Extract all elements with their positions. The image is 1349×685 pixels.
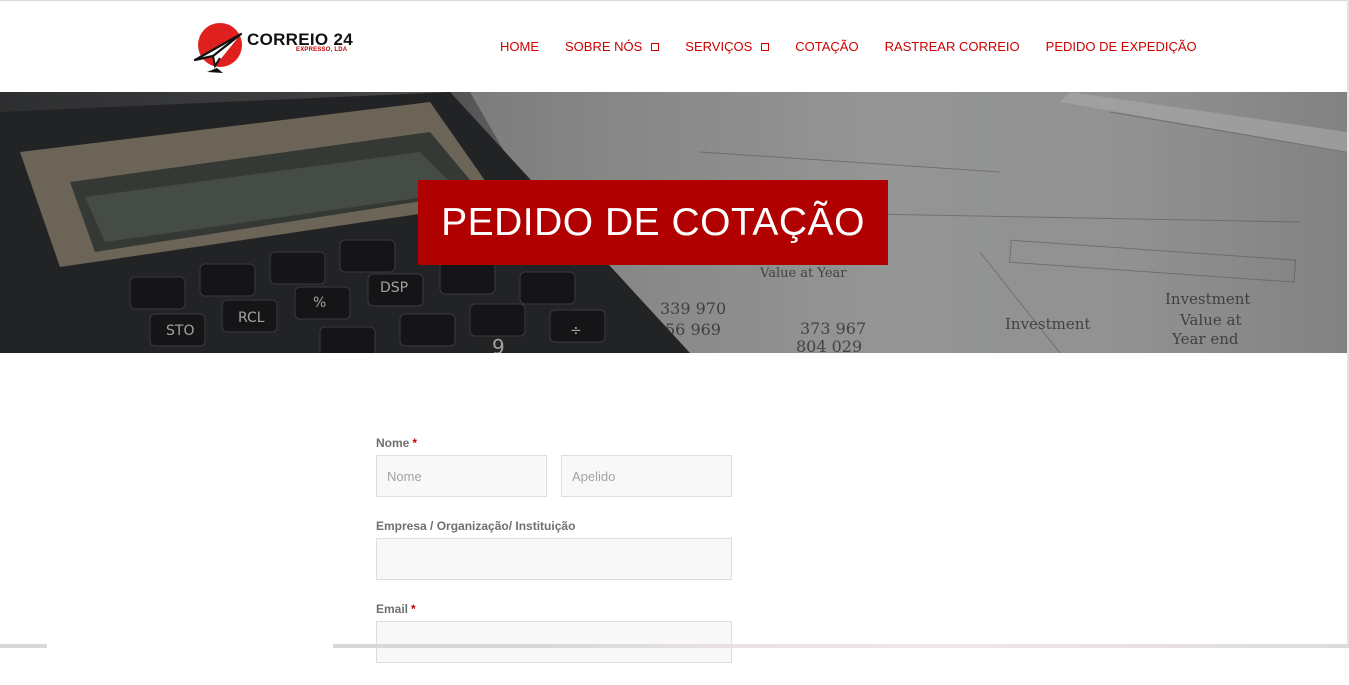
required-asterisk: *	[412, 436, 418, 450]
nav-rastrear-correio[interactable]: RASTREAR CORREIO	[885, 37, 1020, 55]
nav-rastrear-correio-label: RASTREAR CORREIO	[884, 38, 1020, 54]
name-field-group: Nome *	[376, 436, 732, 497]
nav-servicos[interactable]: SERVIÇOS	[685, 37, 770, 55]
company-label-text: Empresa / Organização/ Instituição	[376, 519, 576, 533]
email-label-text: Email	[376, 602, 409, 616]
company-input[interactable]	[376, 538, 732, 580]
nav-pedido-expedicao[interactable]: PEDIDO DE EXPEDIÇÃO	[1046, 37, 1197, 55]
company-label: Empresa / Organização/ Instituição	[376, 519, 732, 533]
nav-sobre-nos-label: SOBRE NÓS	[565, 38, 643, 54]
nav-cotacao-label: COTAÇÃO	[795, 38, 859, 54]
email-field-group: Email *	[376, 602, 732, 663]
nav-home[interactable]: HOME	[500, 37, 539, 55]
hero-banner: STO RCL % DSP ÷ 9 339 970 56 969 373 967…	[0, 92, 1347, 353]
dropdown-icon	[761, 43, 770, 51]
name-label: Nome *	[376, 436, 732, 450]
paper-plane-logo-icon	[193, 23, 243, 73]
dropdown-icon	[651, 43, 660, 51]
email-input[interactable]	[376, 621, 732, 663]
site-header: CORREIO 24 EXPRESSO, LDA HOME SOBRE NÓS …	[0, 1, 1347, 92]
nav-cotacao[interactable]: COTAÇÃO	[795, 37, 858, 55]
nav-servicos-label: SERVIÇOS	[685, 38, 753, 54]
brand-subtitle: EXPRESSO, LDA	[296, 47, 348, 53]
required-asterisk: *	[411, 602, 416, 616]
brand-logo[interactable]: CORREIO 24 EXPRESSO, LDA	[193, 20, 363, 76]
bottom-strip-highlight	[47, 644, 333, 648]
page-title: PEDIDO DE COTAÇÃO	[418, 180, 888, 265]
company-field-group: Empresa / Organização/ Instituição	[376, 519, 732, 580]
nav-pedido-expedicao-label: PEDIDO DE EXPEDIÇÃO	[1045, 38, 1197, 54]
nav-home-label: HOME	[500, 38, 539, 54]
email-label: Email *	[376, 602, 732, 616]
first-name-input[interactable]	[376, 455, 547, 497]
last-name-input[interactable]	[561, 455, 732, 497]
nav-sobre-nos[interactable]: SOBRE NÓS	[565, 37, 660, 55]
name-label-text: Nome	[376, 436, 410, 450]
main-navigation: HOME SOBRE NÓS SERVIÇOS COTAÇÃO RASTREAR…	[500, 37, 1197, 55]
